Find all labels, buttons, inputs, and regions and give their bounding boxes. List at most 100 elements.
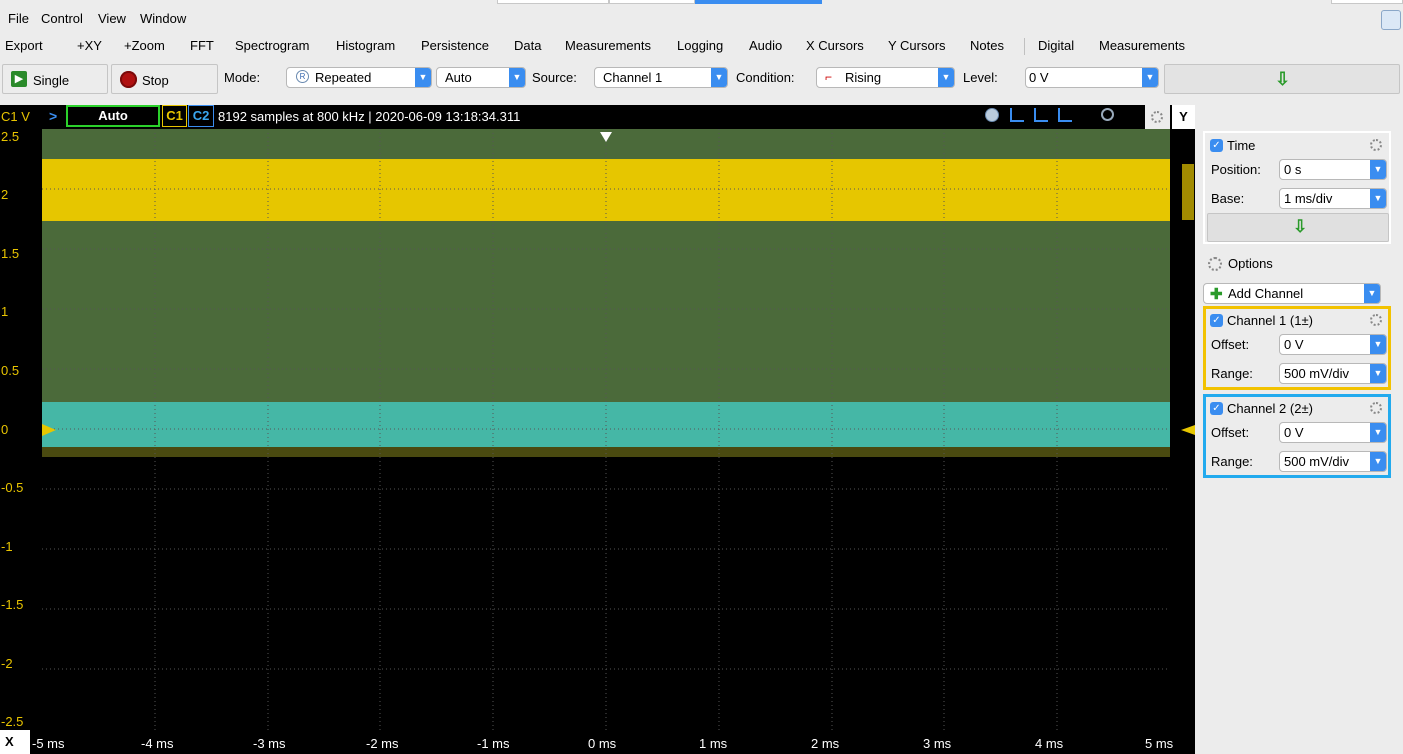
add-zoom-button[interactable]: +Zoom: [124, 38, 165, 53]
settings-button[interactable]: [1145, 105, 1170, 129]
x-tick: 5 ms: [1145, 736, 1174, 751]
gear-icon[interactable]: [1370, 139, 1382, 151]
channel1-title: Channel 1 (1±): [1227, 313, 1313, 328]
position-label: Position:: [1211, 162, 1261, 177]
menu-window[interactable]: Window: [140, 11, 186, 26]
y-tick: 0.5: [1, 363, 20, 378]
channel1-range-label: Range:: [1211, 366, 1253, 381]
single-button[interactable]: ▶ Single: [2, 64, 108, 94]
channel1-badge[interactable]: C1: [162, 105, 187, 127]
channel1-checkbox[interactable]: ✓: [1210, 314, 1223, 327]
channel1-offset-label: Offset:: [1211, 337, 1250, 352]
tab-segment[interactable]: [497, 0, 609, 4]
time-position-select[interactable]: 0 s ▼: [1279, 159, 1387, 180]
stop-label: Stop: [142, 73, 169, 88]
menu-view[interactable]: View: [98, 11, 126, 26]
chevron-down-icon: ▼: [1370, 364, 1386, 383]
add-xy-button[interactable]: +XY: [77, 38, 102, 53]
repeat-icon: R: [296, 70, 309, 83]
x-tick: -3 ms: [253, 736, 286, 751]
gear-icon: [1151, 111, 1163, 123]
x-cursors-button[interactable]: X Cursors: [806, 38, 864, 53]
zoom-icon[interactable]: [1101, 108, 1114, 121]
menubar: File Control View Window: [0, 0, 1403, 36]
apply-time-button[interactable]: ⇩: [1207, 213, 1389, 242]
digital-button[interactable]: Digital: [1038, 38, 1074, 53]
measure-icon[interactable]: [1034, 108, 1048, 122]
time-panel: ✓ Time Position: 0 s ▼ Base: 1 ms/div ▼ …: [1203, 131, 1391, 244]
digital-measurements-button[interactable]: Measurements: [1099, 38, 1185, 53]
level-select[interactable]: 0 V ▼: [1025, 67, 1159, 88]
y-tick: -0.5: [1, 480, 24, 495]
level-value: 0 V: [1029, 70, 1049, 85]
mode-label: Mode:: [224, 70, 261, 85]
chevron-down-icon: ▼: [1370, 189, 1386, 208]
condition-select[interactable]: ⌐ Rising ▼: [816, 67, 955, 88]
data-button[interactable]: Data: [514, 38, 541, 53]
export-button[interactable]: Export: [5, 38, 43, 53]
channel1-offset-select[interactable]: 0 V ▼: [1279, 334, 1387, 355]
histogram-button[interactable]: Histogram: [336, 38, 395, 53]
window-layout-icon[interactable]: [1381, 10, 1401, 30]
apply-trigger-button[interactable]: ⇩: [1164, 64, 1400, 94]
channel2-range-label: Range:: [1211, 454, 1253, 469]
audio-button[interactable]: Audio: [749, 38, 782, 53]
rising-edge-icon: ⌐: [825, 70, 833, 84]
menu-control[interactable]: Control: [41, 11, 83, 26]
add-channel-select[interactable]: ✚ Add Channel ▼: [1203, 283, 1381, 304]
channel2-checkbox[interactable]: ✓: [1210, 402, 1223, 415]
expand-arrow-icon[interactable]: >: [49, 108, 57, 124]
channel1-histogram: [1182, 164, 1194, 220]
y-cursors-button[interactable]: Y Cursors: [888, 38, 946, 53]
fft-button[interactable]: FFT: [190, 38, 214, 53]
persistence-button[interactable]: Persistence: [421, 38, 489, 53]
gear-icon[interactable]: [1370, 402, 1382, 414]
y-tick: -2: [1, 656, 13, 671]
notes-button[interactable]: Notes: [970, 38, 1004, 53]
chevron-down-icon: ▼: [1370, 335, 1386, 354]
time-base-select[interactable]: 1 ms/div ▼: [1279, 188, 1387, 209]
tab-segment[interactable]: [609, 0, 695, 4]
stop-button[interactable]: Stop: [111, 64, 218, 94]
options-gear-icon[interactable]: [1208, 257, 1222, 271]
single-label: Single: [33, 73, 70, 88]
time-title: Time: [1227, 138, 1256, 153]
mode-select[interactable]: R Repeated ▼: [286, 67, 432, 88]
x-axis-button[interactable]: X: [0, 730, 30, 754]
channel2-badge[interactable]: C2: [188, 105, 214, 127]
scope-plot[interactable]: [42, 129, 1170, 730]
trigger-auto-select[interactable]: Auto ▼: [436, 67, 526, 88]
channel2-offset-select[interactable]: 0 V ▼: [1279, 422, 1387, 443]
acquisition-toolbar: ▶ Single Stop Mode: R Repeated ▼ Auto ▼ …: [0, 60, 1403, 100]
y-tick: 0: [1, 422, 9, 437]
source-select[interactable]: Channel 1 ▼: [594, 67, 728, 88]
zoom-fit-icon[interactable]: [985, 108, 999, 122]
run-state-badge[interactable]: Auto: [66, 105, 160, 127]
channel1-badge-text: C1: [166, 108, 183, 123]
plot-right-margin: [1170, 129, 1195, 730]
chevron-down-icon: ▼: [1364, 284, 1380, 303]
trigger-level-marker: [1181, 425, 1195, 435]
measure-icon[interactable]: [1010, 108, 1024, 122]
channel2-range-select[interactable]: 500 mV/div ▼: [1279, 451, 1387, 472]
level-label: Level:: [963, 70, 998, 85]
logging-button[interactable]: Logging: [677, 38, 723, 53]
toolbar-views: Export +XY +Zoom FFT Spectrogram Histogr…: [0, 36, 1403, 58]
y-tick: -2.5: [1, 714, 24, 729]
tab-segment-active[interactable]: [695, 0, 822, 4]
gear-icon[interactable]: [1370, 314, 1382, 326]
window-controls[interactable]: [1331, 0, 1403, 4]
measurements-button[interactable]: Measurements: [565, 38, 651, 53]
y-tick: -1: [1, 539, 13, 554]
options-label[interactable]: Options: [1228, 256, 1273, 271]
menu-file[interactable]: File: [8, 11, 29, 26]
chevron-down-icon: ▼: [1370, 160, 1386, 179]
chevron-down-icon: ▼: [1370, 423, 1386, 442]
measure-icon[interactable]: [1058, 108, 1072, 122]
spectrogram-button[interactable]: Spectrogram: [235, 38, 309, 53]
channel1-range-select[interactable]: 500 mV/div ▼: [1279, 363, 1387, 384]
y-axis-button[interactable]: Y: [1172, 105, 1195, 129]
base-label: Base:: [1211, 191, 1245, 206]
channel1-offset-value: 0 V: [1284, 337, 1304, 352]
time-checkbox[interactable]: ✓: [1210, 139, 1223, 152]
